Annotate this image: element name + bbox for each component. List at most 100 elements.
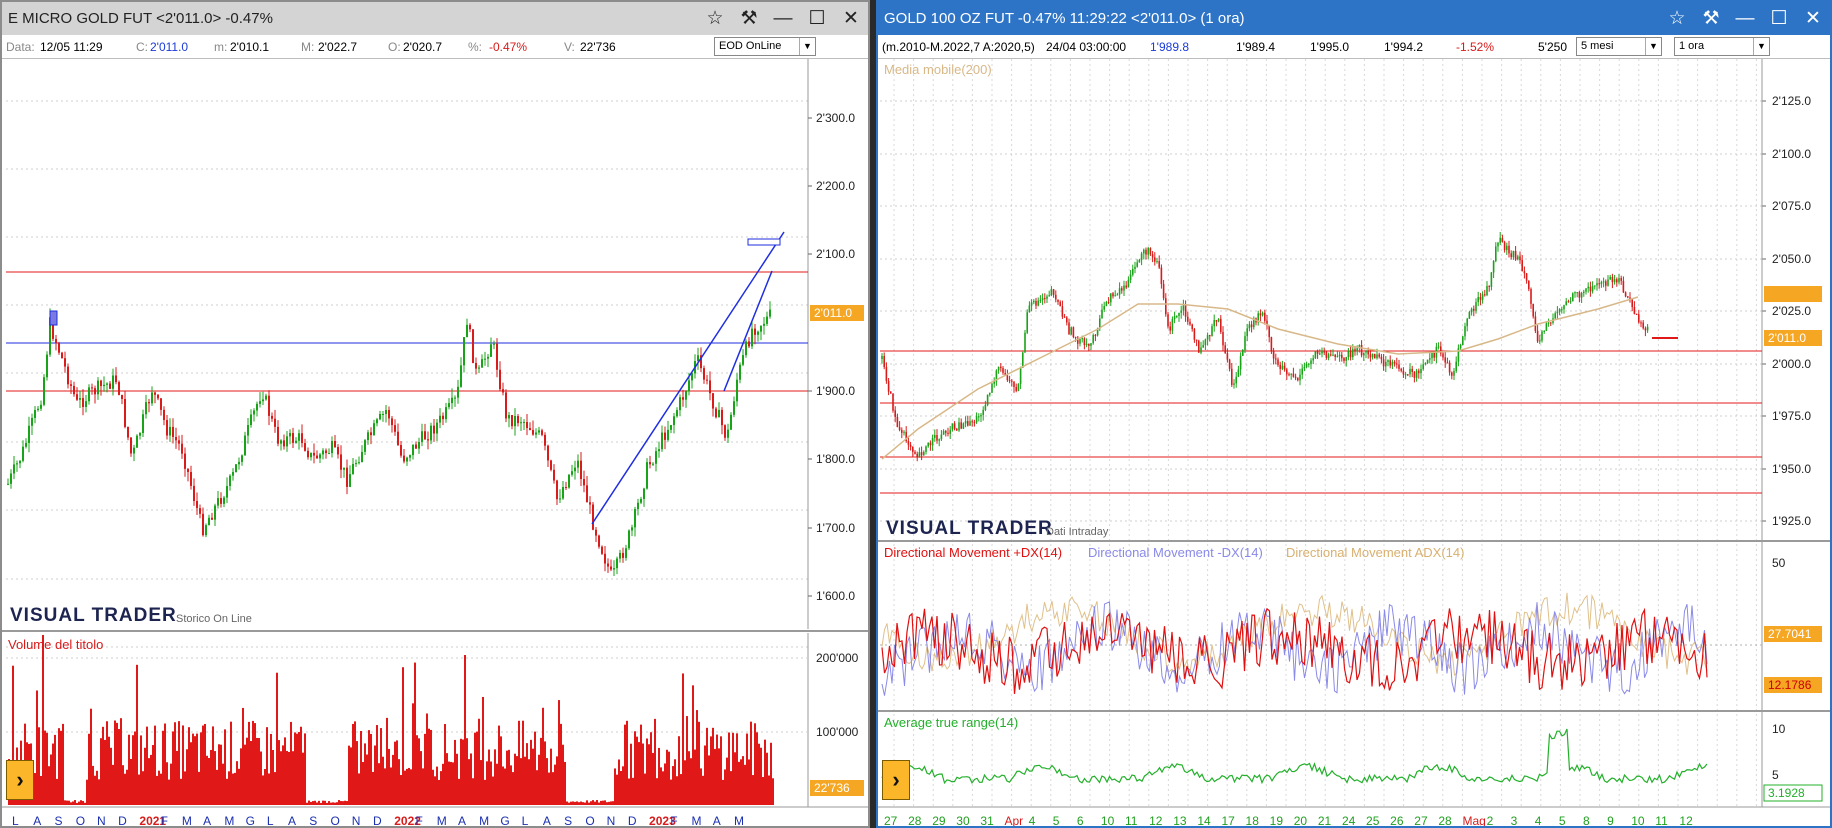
volume-bar (694, 749, 696, 805)
candle-body (1046, 296, 1048, 299)
interval-select[interactable]: 1 ora ▼ (1674, 37, 1770, 56)
minimize-icon[interactable]: — (1728, 2, 1762, 35)
candle-body (469, 324, 471, 330)
left-title-bar[interactable]: E MICRO GOLD FUT <2'011.0> -0.47% ☆ ⚒ — … (2, 2, 868, 35)
candle-body (956, 428, 958, 431)
volume-bar (278, 740, 280, 805)
star-icon[interactable]: ☆ (698, 2, 732, 35)
candle-body (1244, 336, 1246, 351)
volume-bar (596, 800, 598, 805)
volume-bar (592, 800, 594, 805)
candle-body (1019, 367, 1022, 384)
candle-body (1391, 361, 1394, 366)
volume-bar (206, 755, 208, 805)
candle-body (511, 414, 513, 427)
volume-bar (568, 802, 570, 805)
candle-body (1367, 350, 1369, 355)
scroll-right-button[interactable]: › (882, 760, 910, 800)
volume-bar (42, 635, 44, 805)
candle-body (1242, 350, 1244, 356)
candle-body (931, 437, 934, 446)
volume-bar (414, 662, 416, 805)
scroll-right-button[interactable]: › (6, 760, 34, 800)
candle-body (25, 442, 27, 447)
candle-body (1246, 328, 1248, 337)
volume-bar (246, 737, 248, 805)
maximize-icon[interactable]: ☐ (800, 2, 834, 35)
volume-bar (288, 751, 290, 805)
minimize-icon[interactable]: — (766, 2, 800, 35)
candle-body (1646, 326, 1649, 331)
candle-body (923, 451, 925, 456)
close-icon[interactable]: ✕ (1796, 2, 1830, 35)
star-icon[interactable]: ☆ (1660, 2, 1694, 35)
candle-body (1587, 286, 1589, 289)
candle-body (13, 464, 15, 474)
volume-bar (138, 774, 140, 805)
x-axis-label: O (585, 814, 594, 828)
hammer-icon[interactable]: ⚒ (732, 2, 766, 35)
candle-body (940, 434, 943, 440)
volume-bar (768, 775, 770, 805)
candle-body (1594, 285, 1596, 287)
candle-body (1354, 349, 1356, 352)
close-icon[interactable]: ✕ (834, 2, 868, 35)
volume-bar (728, 732, 730, 805)
hammer-icon[interactable]: ⚒ (1694, 2, 1728, 35)
x-axis-label: M (692, 814, 702, 828)
dm-tag-2: 12.1786 (1768, 678, 1812, 692)
candle-body (664, 432, 666, 440)
candle-body (127, 426, 129, 438)
maximize-icon[interactable]: ☐ (1762, 2, 1796, 35)
candle-body (337, 447, 339, 455)
x-axis-label: 17 (1221, 814, 1235, 828)
candle-body (313, 452, 315, 456)
candle-body (1147, 248, 1149, 255)
candle-body (520, 422, 522, 424)
candle-body (1233, 383, 1235, 385)
x-axis-label: 4 (1535, 814, 1542, 828)
right-chart-area[interactable]: 2'125.0 2'100.0 2'075.0 2'050.0 2'025.0 2'000… (878, 59, 1830, 828)
volume-bar (700, 768, 702, 805)
date-label: Data: (6, 40, 35, 54)
bar-value-4: 1'994.2 (1384, 40, 1423, 54)
candle-body (1543, 331, 1545, 333)
price-axis-label: 2'025.0 (1772, 304, 1811, 318)
volume-bar (452, 762, 454, 805)
candle-body (1470, 308, 1473, 313)
x-axis-label: 11 (1125, 814, 1138, 828)
candle-body (352, 463, 354, 475)
data-source-select[interactable]: EOD OnLine ▼ (714, 37, 816, 56)
period-select[interactable]: 5 mesi ▼ (1576, 37, 1662, 56)
volume-bar (730, 771, 732, 805)
candle-body (1585, 288, 1587, 292)
volume-bar (606, 802, 608, 805)
volume-bar (556, 756, 558, 805)
volume-bar (640, 724, 642, 805)
volume-bar (326, 802, 328, 805)
x-axis-label: F (161, 814, 168, 828)
right-title-bar[interactable]: GOLD 100 OZ FUT -0.47% 11:29:22 <2'011.0… (878, 2, 1830, 35)
x-axis-label: D (373, 814, 382, 828)
volume-bar (472, 778, 474, 805)
candle-body (403, 455, 405, 462)
candle-body (1268, 325, 1270, 338)
candle-body (268, 395, 270, 416)
candle-body (1140, 253, 1143, 260)
candle-body (331, 441, 333, 454)
candle-body (1211, 326, 1213, 336)
candle-body (733, 401, 735, 415)
candle-body (986, 394, 989, 406)
x-axis-label: N (97, 814, 106, 828)
x-axis-label: M (224, 814, 234, 828)
volume-bar (688, 751, 690, 805)
x-axis-label: G (246, 814, 255, 828)
volume-bar (220, 744, 222, 805)
candle-body (1420, 369, 1422, 374)
x-axis-label: A (288, 814, 296, 828)
candle-body (1037, 300, 1039, 306)
candle-body (271, 415, 273, 419)
volume-bar (40, 775, 42, 805)
volume-bar (500, 736, 502, 805)
left-chart-area[interactable]: 2'300.0 2'200.0 2'100.0 1'900.0 1'800.0 1'700… (2, 59, 868, 828)
